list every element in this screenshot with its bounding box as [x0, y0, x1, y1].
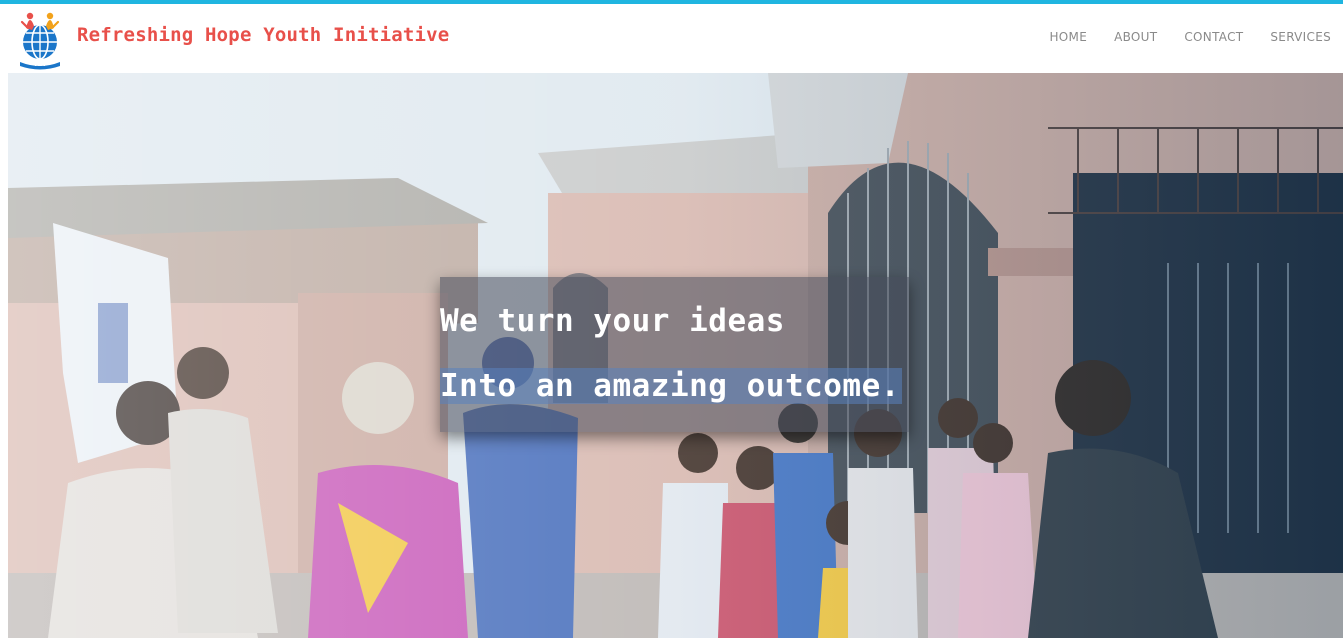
- hero-caption: We turn your ideas Into an amazing outco…: [440, 277, 909, 432]
- nav-services-link[interactable]: SERVICES: [1270, 30, 1331, 44]
- main-nav: HOME ABOUT CONTACT SERVICES: [1022, 30, 1331, 44]
- logo-text: RH: [34, 60, 45, 68]
- site-title[interactable]: Refreshing Hope Youth Initiative: [77, 24, 449, 46]
- hero-headline-line-1: We turn your ideas: [440, 303, 785, 339]
- nav-home-link[interactable]: HOME: [1049, 30, 1087, 44]
- hero-headline-line-2: Into an amazing outcome.: [440, 368, 902, 404]
- nav-about-link[interactable]: ABOUT: [1114, 30, 1157, 44]
- site-header: RH Refreshing Hope Youth Initiative HOME…: [0, 4, 1343, 73]
- nav-contact-link[interactable]: CONTACT: [1184, 30, 1243, 44]
- globe-hands-logo-icon: RH: [20, 12, 60, 70]
- hero-banner: We turn your ideas Into an amazing outco…: [8, 73, 1343, 638]
- site-logo[interactable]: RH: [16, 10, 64, 70]
